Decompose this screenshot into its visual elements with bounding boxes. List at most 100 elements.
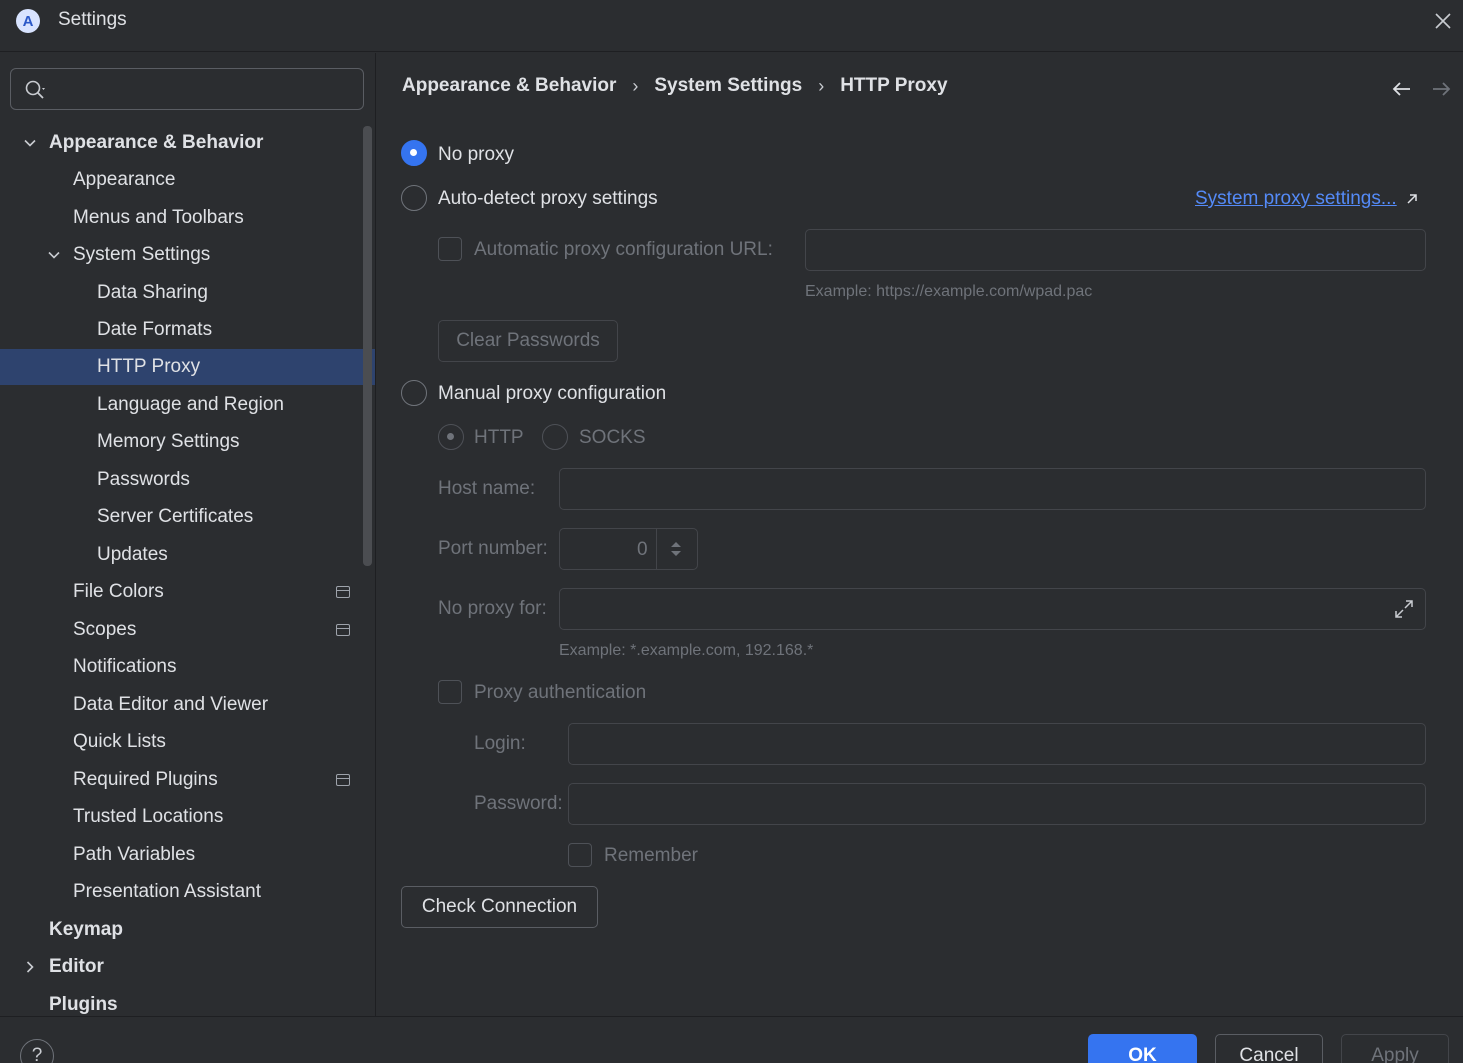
tree-item-date-formats[interactable]: Date Formats: [0, 312, 360, 348]
tree-item-label: Path Variables: [73, 844, 196, 865]
manual-proxy-label: Manual proxy configuration: [438, 383, 667, 404]
back-arrow-icon[interactable]: [1391, 79, 1413, 99]
tree-item-presentation-assistant[interactable]: Presentation Assistant: [0, 874, 360, 910]
no-proxy-for-field[interactable]: [559, 588, 1426, 630]
clear-passwords-button[interactable]: Clear Passwords: [438, 320, 618, 362]
chevron-right-icon[interactable]: [22, 959, 38, 975]
remember-label: Remember: [604, 845, 698, 866]
tree-item-label: Menus and Toolbars: [73, 207, 244, 228]
port-number-stepper[interactable]: 0: [559, 528, 698, 570]
port-number-label: Port number:: [438, 538, 548, 559]
tree-item-passwords[interactable]: Passwords: [0, 462, 360, 498]
tree-item-http-proxy[interactable]: HTTP Proxy: [0, 349, 375, 385]
settings-sidebar: Appearance & Behavior Appearance Menus a…: [0, 53, 376, 1016]
sidebar-scrollbar[interactable]: [363, 126, 372, 566]
auto-detect-radio[interactable]: [401, 185, 427, 211]
tree-item-editor[interactable]: Editor: [0, 949, 360, 985]
tree-item-label: Server Certificates: [97, 506, 254, 527]
forward-arrow-icon[interactable]: [1430, 79, 1452, 99]
tree-item-label: Trusted Locations: [73, 806, 224, 827]
login-input[interactable]: [569, 724, 1425, 764]
search-icon: [25, 80, 45, 99]
password-field[interactable]: [568, 783, 1426, 825]
title-bar: A Settings: [0, 0, 1463, 52]
tree-item-scopes[interactable]: Scopes: [0, 612, 360, 648]
chevron-down-icon[interactable]: [22, 135, 38, 151]
tree-item-system-settings[interactable]: System Settings: [0, 237, 360, 273]
proxy-authentication-checkbox[interactable]: [438, 680, 462, 704]
settings-content: Appearance & Behavior › System Settings …: [377, 53, 1463, 1016]
tree-item-label: Data Editor and Viewer: [73, 694, 269, 715]
chevron-down-icon[interactable]: [46, 247, 62, 263]
spinner-arrows-icon[interactable]: [665, 538, 687, 560]
proxy-authentication-label: Proxy authentication: [474, 682, 647, 703]
socks-label: SOCKS: [579, 427, 646, 448]
tree-item-required-plugins[interactable]: Required Plugins: [0, 762, 360, 798]
tree-item-label: Quick Lists: [73, 731, 166, 752]
project-level-icon: [336, 586, 350, 598]
search-box[interactable]: [10, 68, 364, 110]
apply-button[interactable]: Apply: [1341, 1034, 1449, 1063]
expand-icon[interactable]: [1392, 597, 1416, 621]
password-input[interactable]: [569, 784, 1425, 824]
http-radio[interactable]: [438, 424, 464, 450]
external-link-icon[interactable]: [1404, 191, 1420, 207]
project-level-icon: [336, 624, 350, 636]
auto-config-url-label: Automatic proxy configuration URL:: [474, 239, 773, 260]
tree-item-appearance[interactable]: Appearance: [0, 162, 360, 198]
tree-item-data-editor-viewer[interactable]: Data Editor and Viewer: [0, 687, 360, 723]
tree-item-plugins[interactable]: Plugins: [0, 987, 360, 1016]
dialog-footer: ? OK Cancel Apply: [0, 1016, 1463, 1063]
breadcrumb-item[interactable]: Appearance & Behavior: [402, 75, 616, 97]
tree-item-label: HTTP Proxy: [97, 356, 201, 377]
socks-radio[interactable]: [542, 424, 568, 450]
tree-item-notifications[interactable]: Notifications: [0, 649, 360, 685]
tree-item-file-colors[interactable]: File Colors: [0, 574, 360, 610]
tree-item-data-sharing[interactable]: Data Sharing: [0, 275, 360, 311]
auto-config-url-checkbox[interactable]: [438, 237, 462, 261]
login-field[interactable]: [568, 723, 1426, 765]
breadcrumb-item: HTTP Proxy: [840, 75, 948, 96]
tree-item-language-region[interactable]: Language and Region: [0, 387, 360, 423]
breadcrumb-item[interactable]: System Settings: [654, 75, 802, 97]
tree-item-label: Keymap: [49, 919, 123, 940]
tree-item-trusted-locations[interactable]: Trusted Locations: [0, 799, 360, 835]
window-title: Settings: [58, 9, 127, 30]
no-proxy-for-input[interactable]: [560, 589, 1425, 629]
tree-item-quick-lists[interactable]: Quick Lists: [0, 724, 360, 760]
host-name-input[interactable]: [560, 469, 1425, 509]
manual-proxy-radio[interactable]: [401, 380, 427, 406]
tree-item-label: Appearance: [73, 169, 176, 190]
help-icon[interactable]: ?: [20, 1039, 54, 1063]
ok-button[interactable]: OK: [1088, 1034, 1197, 1063]
tree-item-keymap[interactable]: Keymap: [0, 912, 360, 948]
tree-item-label: Editor: [49, 956, 104, 977]
auto-config-url-input[interactable]: [806, 230, 1425, 270]
auto-config-url-field[interactable]: [805, 229, 1426, 271]
tree-item-label: Data Sharing: [97, 282, 208, 303]
password-label: Password:: [474, 793, 563, 814]
tree-item-label: Plugins: [49, 994, 118, 1015]
cancel-button[interactable]: Cancel: [1215, 1034, 1323, 1063]
tree-item-updates[interactable]: Updates: [0, 537, 360, 573]
breadcrumb-separator-icon: ›: [818, 75, 825, 96]
tree-item-label: Scopes: [73, 619, 137, 640]
no-proxy-radio[interactable]: [401, 140, 427, 166]
tree-item-server-certificates[interactable]: Server Certificates: [0, 499, 360, 535]
check-connection-button[interactable]: Check Connection: [401, 886, 598, 928]
host-name-field[interactable]: [559, 468, 1426, 510]
tree-item-appearance-behavior[interactable]: Appearance & Behavior: [0, 125, 360, 161]
breadcrumb-separator-icon: ›: [632, 75, 639, 96]
close-icon[interactable]: [1431, 9, 1455, 33]
auto-config-url-hint: Example: https://example.com/wpad.pac: [805, 283, 1093, 300]
system-proxy-settings-link[interactable]: System proxy settings...: [1195, 188, 1397, 210]
tree-item-memory-settings[interactable]: Memory Settings: [0, 424, 360, 460]
tree-item-label: File Colors: [73, 581, 164, 602]
port-number-value: 0: [637, 539, 648, 560]
search-input[interactable]: [55, 75, 355, 103]
remember-checkbox[interactable]: [568, 843, 592, 867]
tree-item-label: Updates: [97, 544, 168, 565]
tree-item-path-variables[interactable]: Path Variables: [0, 837, 360, 873]
host-name-label: Host name:: [438, 478, 536, 499]
tree-item-menus-toolbars[interactable]: Menus and Toolbars: [0, 200, 360, 236]
